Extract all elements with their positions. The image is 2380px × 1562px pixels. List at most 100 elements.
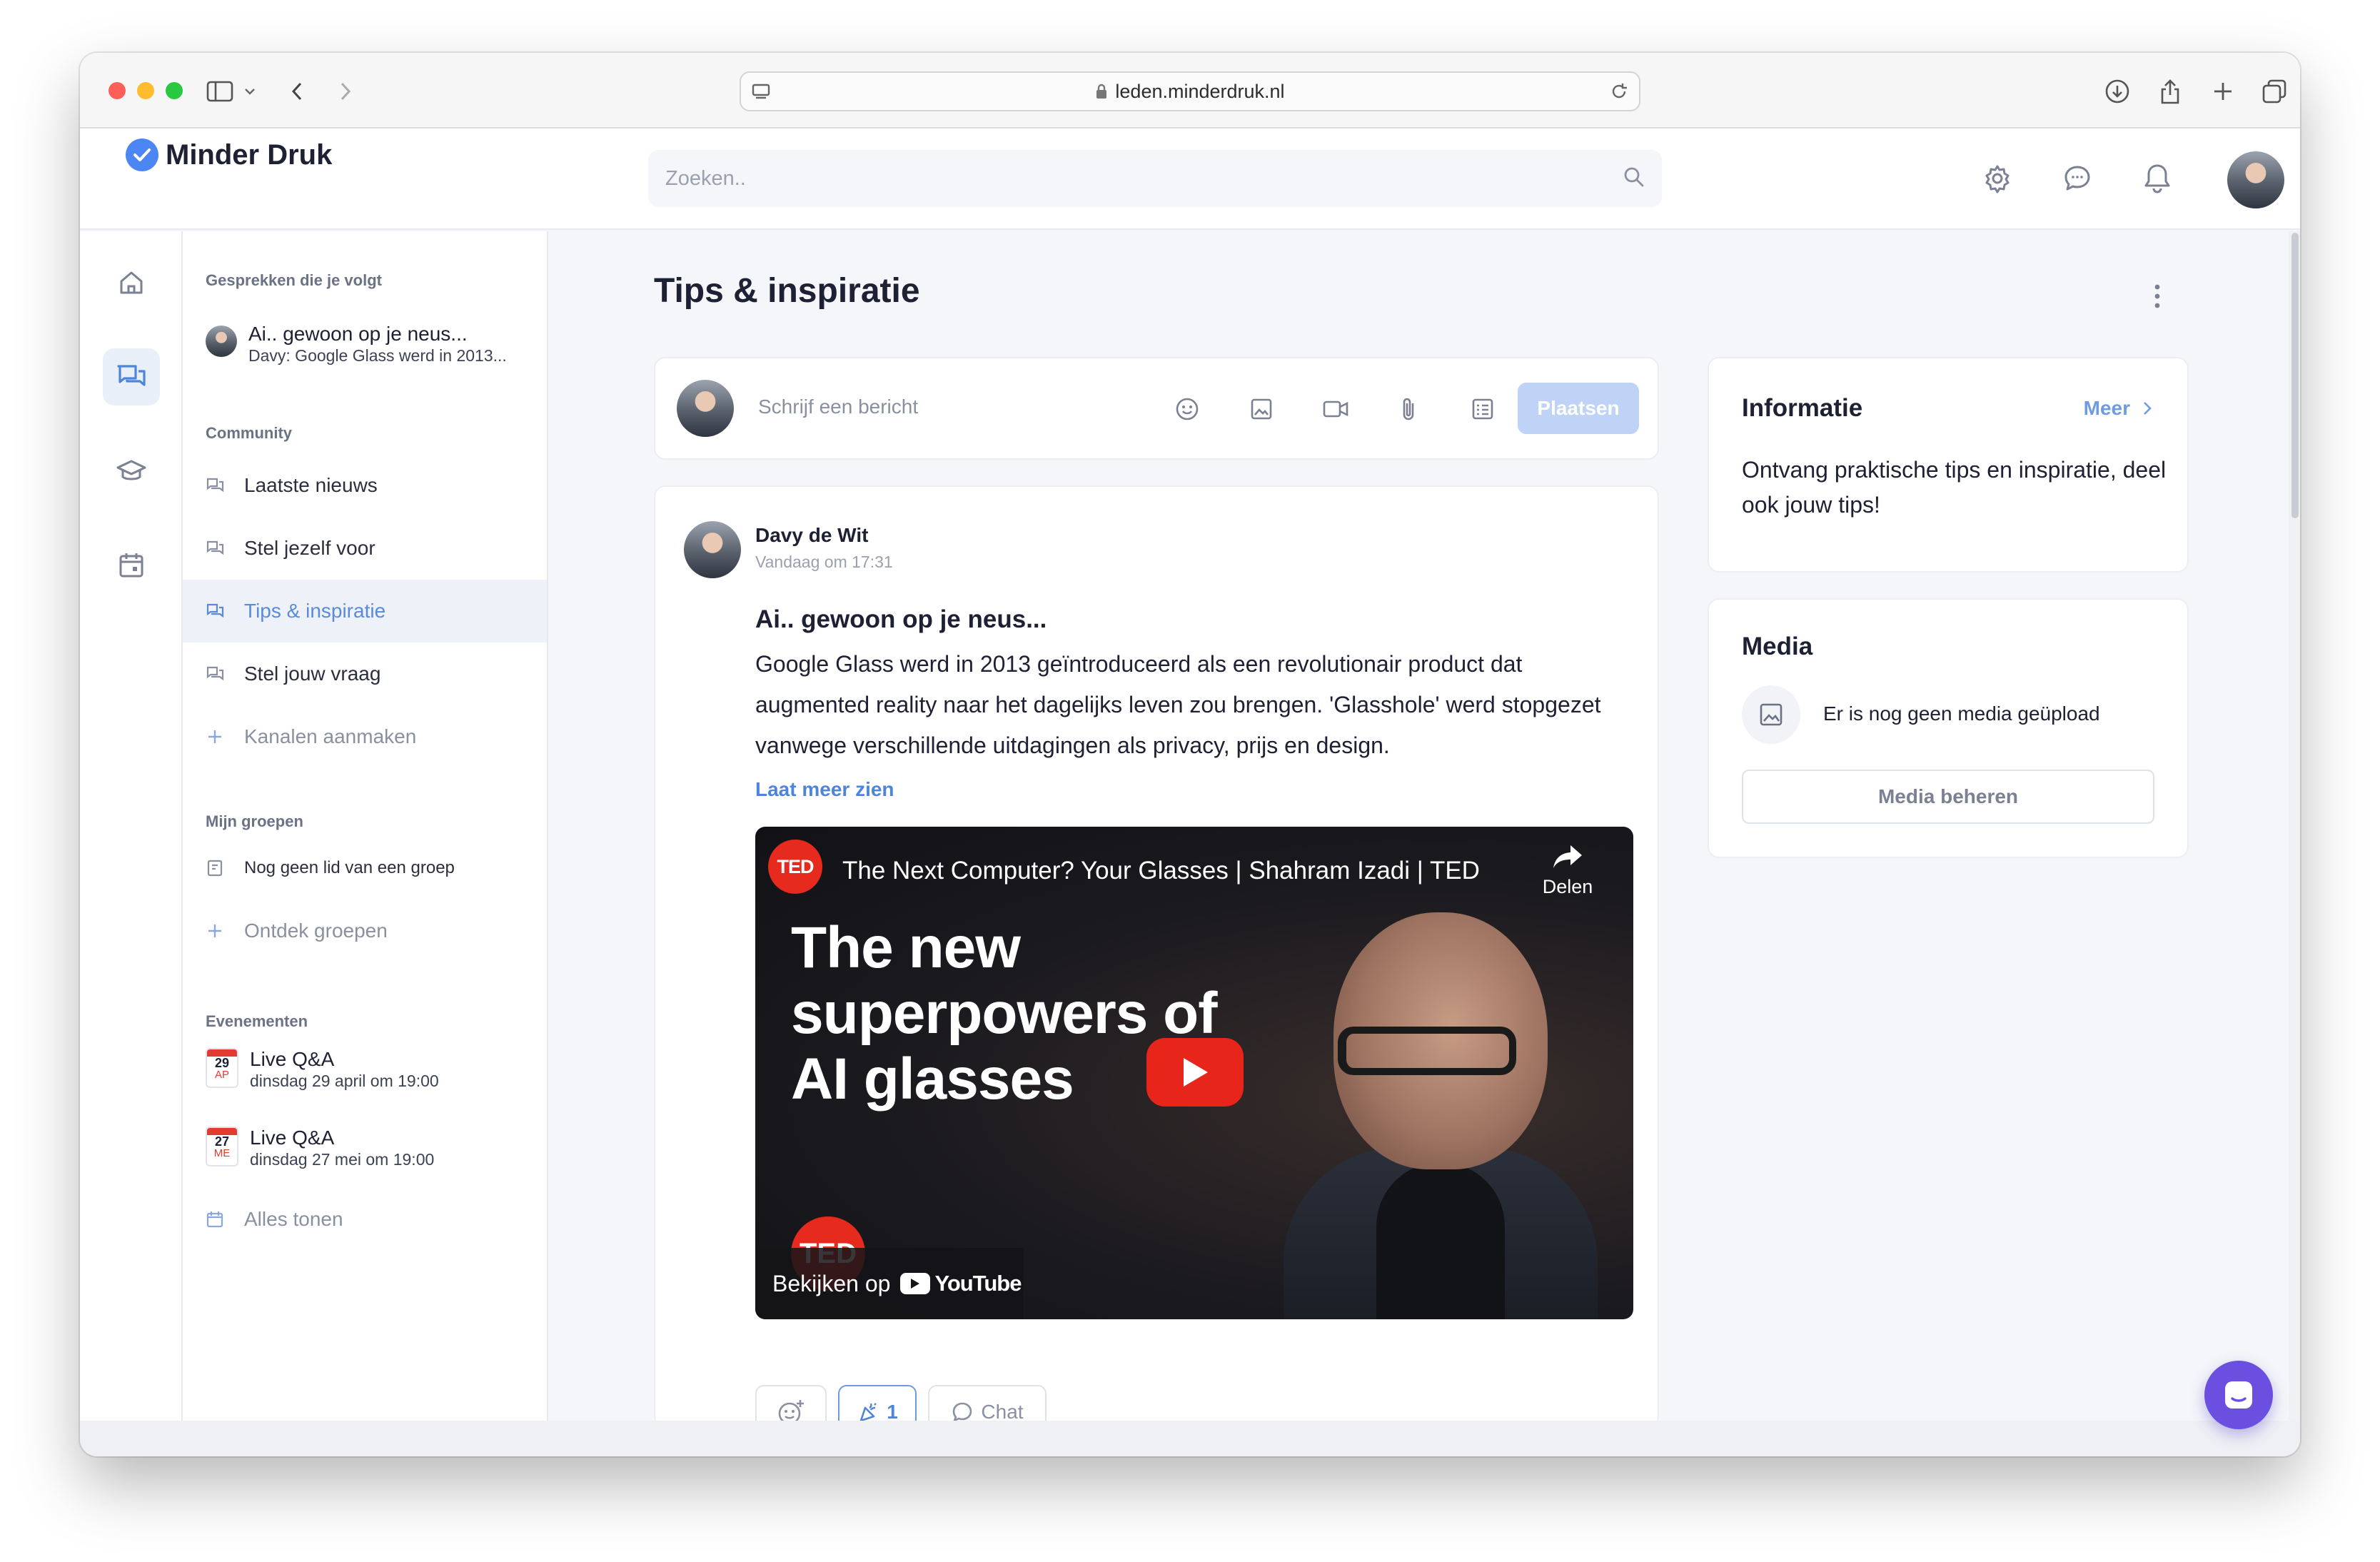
video-embed[interactable]: TED The Next Computer? Your Glasses | Sh… bbox=[755, 827, 1633, 1319]
search-bar[interactable] bbox=[648, 150, 1662, 207]
close-window-button[interactable] bbox=[109, 82, 126, 99]
video-share-button[interactable]: Delen bbox=[1538, 842, 1598, 898]
read-more-link[interactable]: Laat meer zien bbox=[755, 778, 894, 801]
info-title: Informatie bbox=[1742, 394, 1863, 422]
home-icon[interactable] bbox=[103, 254, 160, 311]
conversation-title: Ai.. gewoon op je neus... bbox=[248, 323, 468, 345]
channel-label: Tips & inspiratie bbox=[244, 600, 386, 622]
event-title: Live Q&A bbox=[250, 1127, 335, 1149]
event-item[interactable]: 27 ME Live Q&A dinsdag 27 mei om 19:00 bbox=[206, 1127, 434, 1169]
search-input[interactable] bbox=[665, 166, 1522, 191]
lock-icon bbox=[1095, 83, 1108, 100]
image-icon[interactable] bbox=[1244, 391, 1279, 427]
tab-overview-icon[interactable] bbox=[2260, 77, 2289, 106]
discover-groups-link[interactable]: Ontdek groepen bbox=[183, 900, 547, 962]
url-text: leden.minderdruk.nl bbox=[1115, 80, 1285, 102]
info-card: Informatie Meer Ontvang praktische tips … bbox=[1708, 357, 2189, 573]
play-button[interactable] bbox=[1146, 1038, 1244, 1107]
calendar-date-icon: 27 ME bbox=[206, 1127, 238, 1167]
graduation-cap-icon[interactable] bbox=[103, 443, 160, 500]
speaker-image bbox=[1269, 877, 1598, 1319]
following-heading: Gesprekken die je volgt bbox=[206, 271, 382, 289]
play-icon bbox=[1184, 1058, 1208, 1087]
emoji-icon[interactable] bbox=[1169, 391, 1205, 427]
event-title: Live Q&A bbox=[250, 1048, 335, 1070]
poll-icon[interactable] bbox=[1465, 391, 1501, 427]
plus-icon bbox=[208, 730, 221, 743]
calendar-icon[interactable] bbox=[103, 537, 160, 594]
bell-icon[interactable] bbox=[2136, 157, 2179, 200]
user-avatar[interactable] bbox=[2227, 151, 2284, 208]
chevron-down-icon[interactable] bbox=[241, 77, 258, 106]
event-datetime: dinsdag 29 april om 19:00 bbox=[250, 1072, 439, 1090]
browser-window: leden.minderdruk.nl Minder Druk Zoeken..… bbox=[80, 53, 2300, 1456]
chat-widget-icon bbox=[2225, 1381, 2252, 1409]
more-options-icon[interactable] bbox=[2143, 278, 2172, 314]
share-icon[interactable] bbox=[2156, 77, 2184, 106]
platform-name: YouTube bbox=[934, 1271, 1022, 1296]
share-arrow-icon bbox=[1553, 845, 1582, 868]
channel-item-stel-jezelf-voor[interactable]: Stel jezelf voor bbox=[183, 517, 547, 580]
calendar-date-icon: 29 AP bbox=[206, 1048, 238, 1088]
followed-conversation[interactable]: Ai.. gewoon op je neus... Davy: Google G… bbox=[206, 323, 507, 366]
avatar bbox=[206, 326, 237, 357]
video-icon[interactable] bbox=[1318, 391, 1353, 427]
event-day: 29 bbox=[214, 1056, 230, 1070]
page-settings-icon[interactable] bbox=[751, 81, 771, 106]
video-title[interactable]: The Next Computer? Your Glasses | Shahra… bbox=[842, 857, 1480, 885]
scrollbar-thumb[interactable] bbox=[2291, 233, 2299, 518]
calendar-icon bbox=[206, 1211, 223, 1228]
paperclip-icon[interactable] bbox=[1391, 391, 1426, 427]
channel-icon bbox=[206, 666, 224, 681]
conversations-icon[interactable] bbox=[103, 348, 160, 405]
image-placeholder-icon bbox=[1742, 685, 1800, 744]
event-month: ME bbox=[213, 1147, 231, 1159]
composer-input[interactable]: Schrijf een bericht bbox=[758, 395, 918, 418]
event-datetime: dinsdag 27 mei om 19:00 bbox=[250, 1150, 435, 1169]
forward-arrow-icon[interactable] bbox=[331, 77, 360, 106]
sidebar-toggle-icon[interactable] bbox=[206, 77, 234, 106]
watch-on-label: Bekijken op bbox=[772, 1270, 891, 1296]
icon-rail bbox=[80, 231, 183, 1421]
post-author[interactable]: Davy de Wit bbox=[755, 524, 868, 547]
brand-logo[interactable]: Minder Druk bbox=[126, 138, 332, 171]
share-label: Delen bbox=[1542, 876, 1593, 897]
channel-logo[interactable]: TED bbox=[768, 840, 822, 894]
address-bar[interactable]: leden.minderdruk.nl bbox=[740, 71, 1640, 111]
chat-bubble-icon[interactable] bbox=[2056, 157, 2099, 200]
post-composer: Schrijf een bericht Plaatsen bbox=[654, 357, 1659, 460]
info-more-link[interactable]: Meer bbox=[2084, 397, 2152, 420]
back-arrow-icon[interactable] bbox=[283, 77, 311, 106]
zoom-window-button[interactable] bbox=[166, 82, 183, 99]
chevron-right-icon bbox=[2144, 402, 2152, 415]
no-groups-item: Nog geen lid van een groep bbox=[183, 837, 547, 900]
channel-item-laatste-nieuws[interactable]: Laatste nieuws bbox=[183, 454, 547, 517]
watch-on-youtube-link[interactable]: Bekijken op YouTube bbox=[755, 1248, 1024, 1319]
events-heading: Evenementen bbox=[206, 1012, 308, 1030]
new-tab-icon[interactable] bbox=[2209, 77, 2237, 106]
search-icon[interactable] bbox=[1623, 166, 1645, 191]
show-all-events-link[interactable]: Alles tonen bbox=[183, 1188, 547, 1251]
download-icon[interactable] bbox=[2103, 77, 2132, 106]
gear-icon[interactable] bbox=[1976, 157, 2019, 200]
minimize-window-button[interactable] bbox=[137, 82, 154, 99]
manage-media-button[interactable]: Media beheren bbox=[1742, 770, 2154, 824]
browser-toolbar: leden.minderdruk.nl bbox=[80, 53, 2300, 129]
event-day: 27 bbox=[214, 1134, 230, 1149]
post-body: Google Glass werd in 2013 geïntroduceerd… bbox=[755, 651, 1601, 758]
checkmark-icon bbox=[126, 138, 158, 171]
event-month: AP bbox=[214, 1069, 229, 1081]
groups-heading: Mijn groepen bbox=[206, 812, 303, 830]
channel-item-tips-inspiratie[interactable]: Tips & inspiratie bbox=[183, 580, 547, 643]
reload-icon[interactable] bbox=[1609, 81, 1629, 106]
post-button[interactable]: Plaatsen bbox=[1518, 383, 1639, 434]
youtube-play-icon bbox=[900, 1273, 931, 1294]
event-item[interactable]: 29 AP Live Q&A dinsdag 29 april om 19:00 bbox=[206, 1048, 439, 1091]
brand-name: Minder Druk bbox=[166, 138, 333, 171]
channel-icon bbox=[206, 478, 224, 493]
author-avatar[interactable] bbox=[684, 521, 741, 578]
support-chat-button[interactable] bbox=[2204, 1361, 2273, 1429]
plus-icon bbox=[208, 924, 221, 937]
channel-item-stel-jouw-vraag[interactable]: Stel jouw vraag bbox=[183, 643, 547, 705]
create-channels-link[interactable]: Kanalen aanmaken bbox=[183, 705, 547, 768]
